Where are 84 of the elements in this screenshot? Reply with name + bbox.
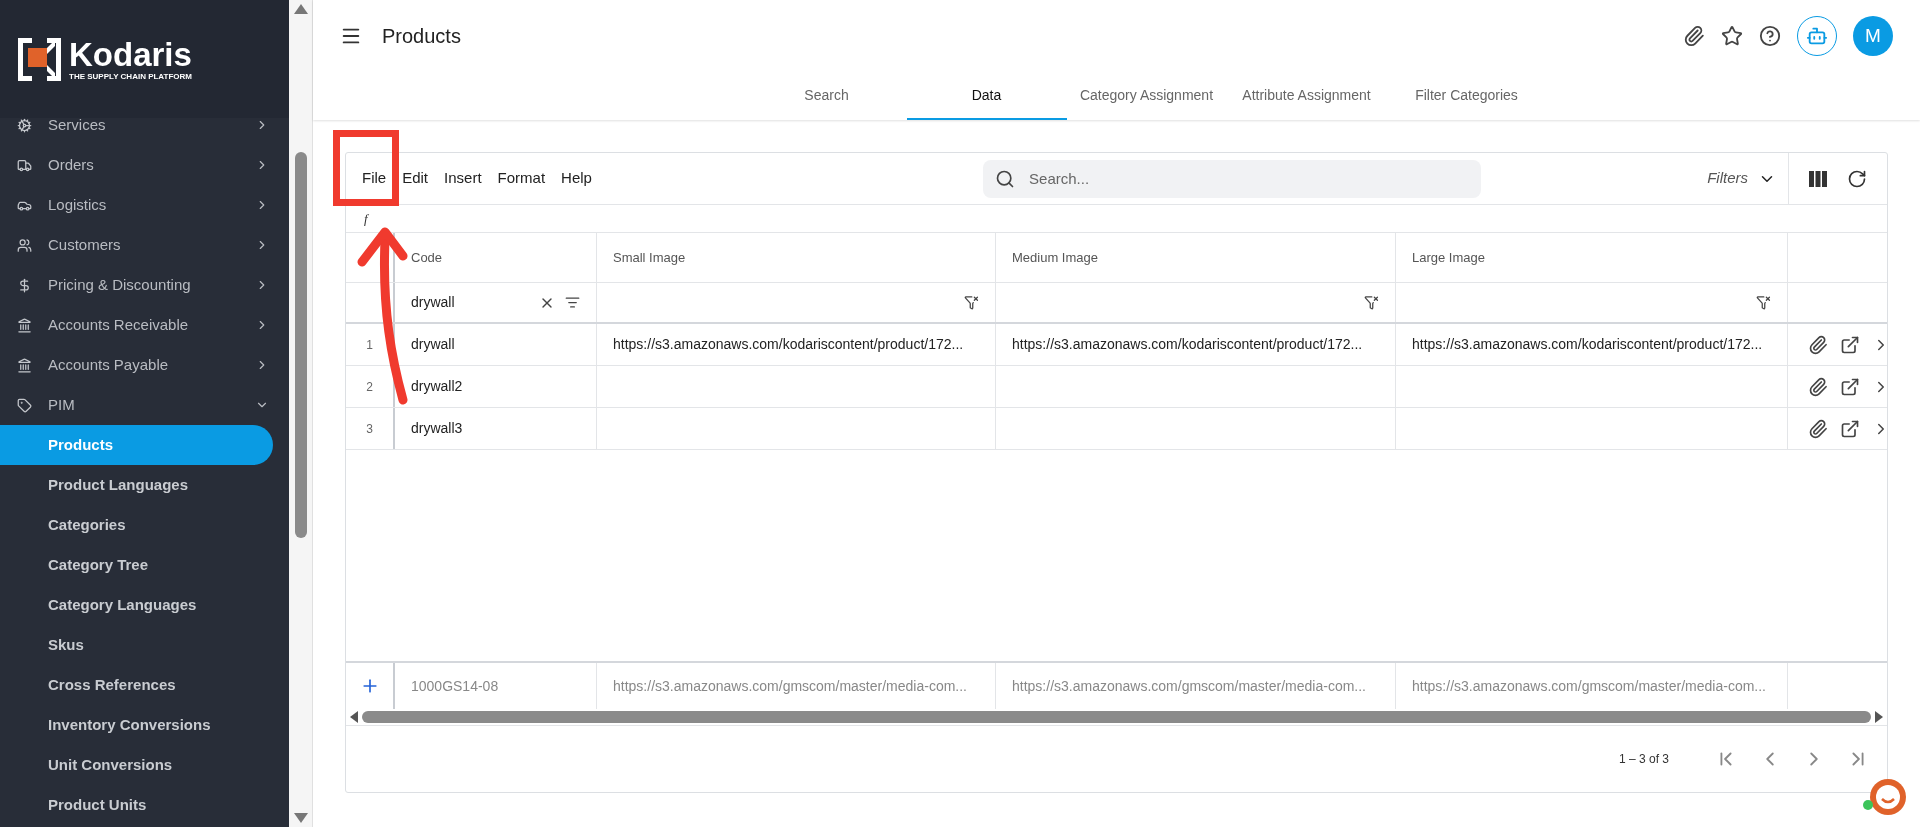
- columns-icon[interactable]: [1809, 170, 1827, 187]
- sidebar-item[interactable]: Orders: [0, 145, 289, 185]
- column-header[interactable]: Large Image: [1396, 233, 1788, 282]
- scroll-left-icon[interactable]: [350, 711, 358, 723]
- menu-item[interactable]: Insert: [444, 167, 482, 190]
- users-icon: [17, 237, 32, 253]
- paperclip-icon[interactable]: [1808, 418, 1828, 439]
- brand-tagline: THE SUPPLY CHAIN PLATFORM: [69, 72, 192, 81]
- filter-icon[interactable]: [565, 295, 580, 310]
- sidebar-subitem[interactable]: Cross References: [0, 665, 273, 705]
- sidebar-item[interactable]: PIM: [0, 385, 289, 425]
- row-number: 3: [346, 408, 395, 449]
- menu-item[interactable]: Edit: [402, 167, 429, 190]
- table-cell: https://s3.amazonaws.com/kodariscontent/product/172...: [1396, 324, 1788, 365]
- sidebar-subitem[interactable]: Categories: [0, 505, 273, 545]
- scroll-down-icon[interactable]: [293, 813, 308, 823]
- table-cell: https://s3.amazonaws.com/kodariscontent/product/172...: [996, 324, 1396, 365]
- robot-icon: [1806, 25, 1828, 47]
- scroll-up-icon[interactable]: [293, 4, 308, 14]
- sidebar-subitem[interactable]: Unit Conversions: [0, 745, 273, 785]
- sidebar-item[interactable]: Pricing & Discounting: [0, 265, 289, 305]
- external-link-icon[interactable]: [1840, 418, 1860, 439]
- help-icon[interactable]: [1759, 25, 1781, 47]
- sidebar-item[interactable]: Accounts Payable: [0, 345, 289, 385]
- brand-name: Kodaris: [69, 37, 192, 71]
- row-number: 1: [346, 324, 395, 365]
- sidebar-scrollbar[interactable]: [289, 0, 313, 827]
- sidebar-subitem[interactable]: Product Languages: [0, 465, 273, 505]
- tag-icon: [17, 397, 32, 413]
- sidebar-item[interactable]: Customers: [0, 225, 289, 265]
- bank-icon: [17, 357, 32, 373]
- tab[interactable]: Filter Categories: [1386, 72, 1547, 120]
- table-cell: https://s3.amazonaws.com/gmscom/master/media-com...: [597, 663, 996, 709]
- menu-item[interactable]: Format: [497, 167, 546, 190]
- row-number: 2: [346, 366, 395, 407]
- filter-off-icon[interactable]: [964, 295, 979, 310]
- sidebar-item[interactable]: Services: [0, 105, 289, 145]
- bank-icon: [17, 317, 32, 333]
- star-icon[interactable]: [1721, 25, 1743, 47]
- sidebar-subitem[interactable]: Product Units: [0, 785, 273, 825]
- filter-off-icon[interactable]: [1364, 295, 1379, 310]
- pagination-range: 1 – 3 of 3: [1618, 751, 1669, 768]
- paperclip-icon[interactable]: [1808, 376, 1828, 397]
- menu-item[interactable]: File: [362, 167, 387, 190]
- logo-icon: [18, 37, 61, 81]
- formula-label: f: [364, 209, 368, 228]
- external-link-icon[interactable]: [1840, 334, 1860, 355]
- sidebar-item[interactable]: Logistics: [0, 185, 289, 225]
- table-cell: https://s3.amazonaws.com/gmscom/master/media-com...: [996, 663, 1396, 709]
- filters-dropdown[interactable]: Filters: [1707, 167, 1748, 190]
- tab[interactable]: Category Assignment: [1066, 72, 1227, 120]
- sidebar-subitem[interactable]: Inventory Conversions: [0, 705, 273, 745]
- sidebar-subitem[interactable]: Category Tree: [0, 545, 273, 585]
- paperclip-icon[interactable]: [1683, 25, 1705, 47]
- column-header[interactable]: Code: [395, 233, 597, 282]
- external-link-icon[interactable]: [1840, 376, 1860, 397]
- filter-off-icon[interactable]: [1756, 295, 1771, 310]
- scrollbar-thumb[interactable]: [294, 152, 307, 538]
- scrollbar-thumb[interactable]: [362, 711, 1871, 723]
- sidebar-subitem[interactable]: Category Languages: [0, 585, 273, 625]
- menu-item[interactable]: Help: [561, 167, 592, 190]
- table-cell: drywall: [395, 324, 597, 365]
- sidebar-item[interactable]: Accounts Receivable: [0, 305, 289, 345]
- table-cell: drywall2: [395, 366, 597, 407]
- tab[interactable]: Data: [906, 72, 1067, 120]
- table-cell: drywall3: [395, 408, 597, 449]
- dollar-icon: [17, 277, 32, 293]
- table-cell: https://s3.amazonaws.com/gmscom/master/media-com...: [1396, 663, 1788, 709]
- paperclip-icon[interactable]: [1808, 334, 1828, 355]
- tab[interactable]: Search: [746, 72, 907, 120]
- refresh-icon[interactable]: [1847, 168, 1867, 189]
- tab[interactable]: Attribute Assignment: [1226, 72, 1387, 120]
- scroll-right-icon[interactable]: [1875, 711, 1883, 723]
- table-cell: https://s3.amazonaws.com/kodariscontent/product/172...: [597, 324, 996, 365]
- page-title: Products: [382, 24, 461, 49]
- truck-icon: [17, 157, 32, 173]
- sidebar-subitem[interactable]: Skus: [0, 625, 273, 665]
- search-field[interactable]: Search...: [983, 159, 1482, 198]
- column-header[interactable]: Small Image: [597, 233, 996, 282]
- search-icon: [995, 168, 1016, 189]
- filter-field[interactable]: drywall: [411, 292, 529, 313]
- gears-icon: [17, 117, 32, 133]
- column-header[interactable]: Medium Image: [996, 233, 1396, 282]
- table-cell: 1000GS14-08: [395, 663, 597, 709]
